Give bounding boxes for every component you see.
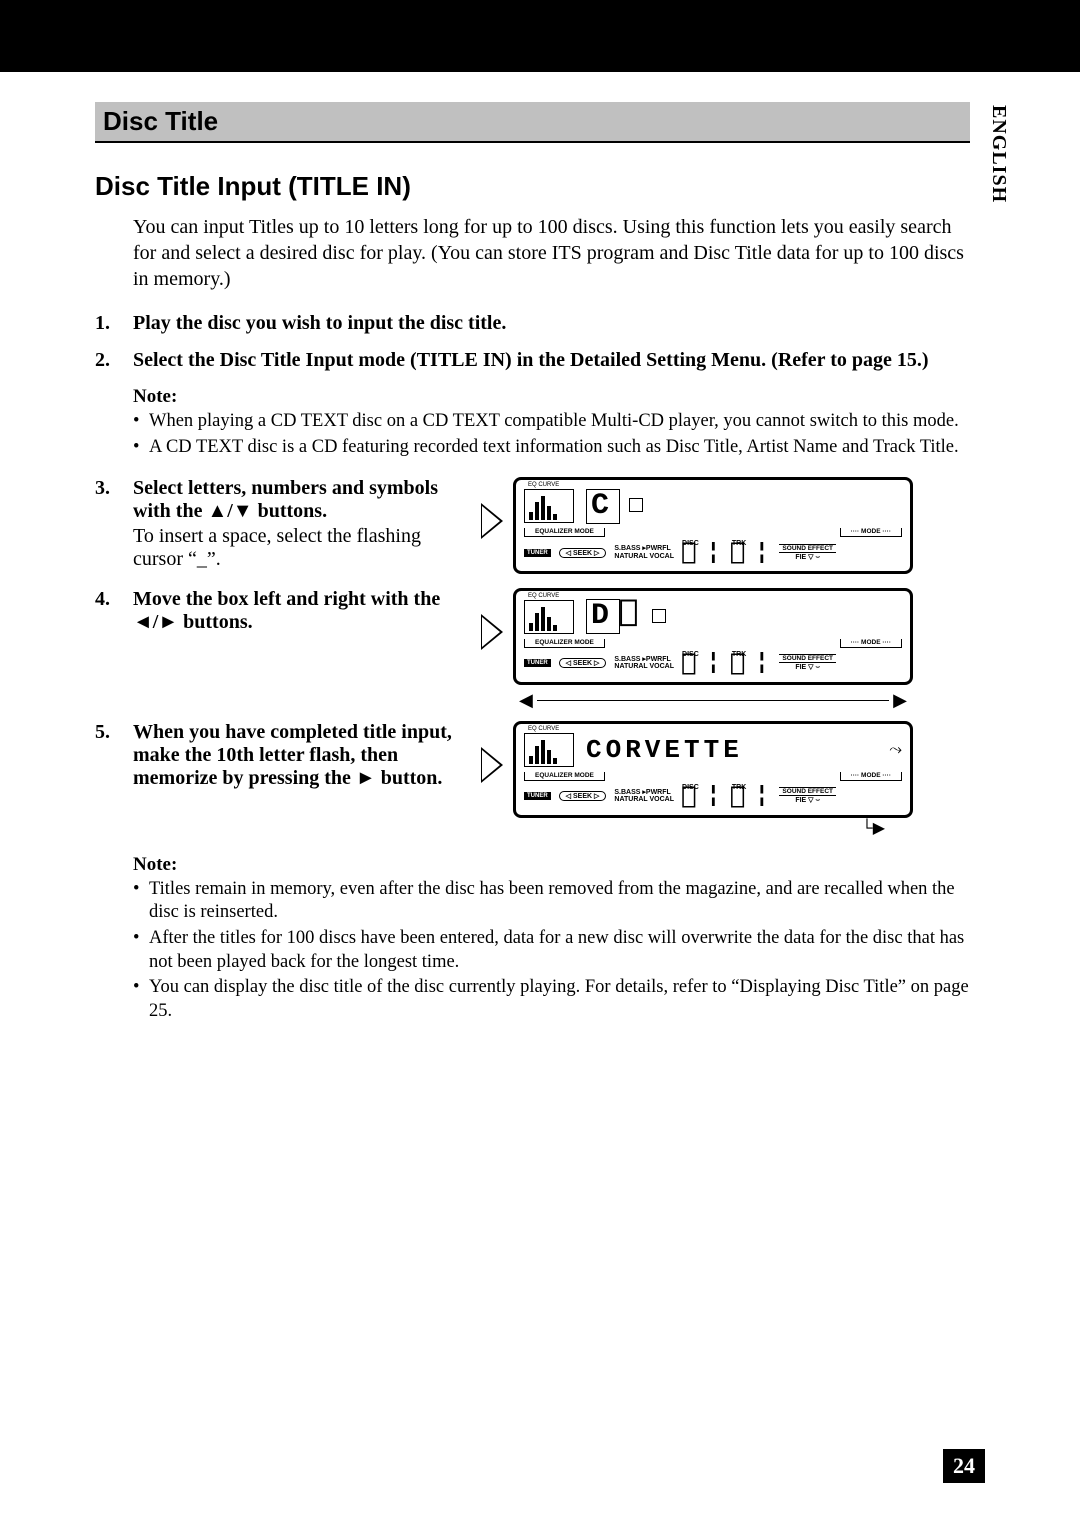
steps-list-cont: 3. Select letters, numbers and symbols w… — [95, 477, 970, 839]
step-title: When you have completed title input, mak… — [133, 721, 463, 790]
step-description: To insert a space, select the flashing c… — [133, 525, 463, 571]
left-right-arrow: ◀ ▶ — [513, 693, 913, 707]
note-item: After the titles for 100 discs have been… — [133, 927, 970, 974]
language-tab: ENGLISH — [987, 105, 1010, 203]
disc-number: ⎕ — [682, 791, 698, 809]
header-black-band — [0, 0, 1080, 72]
step-4: 4. Move the box left and right with the … — [95, 588, 970, 707]
natural-vocal-label: NATURAL VOCAL — [614, 796, 674, 804]
play-triangle-icon — [481, 614, 503, 650]
equalizer-mode-label: EQUALIZER MODE — [524, 639, 605, 648]
seek-icon: ◁ SEEK ▷ — [559, 548, 607, 558]
selected-char: C — [586, 489, 620, 524]
display-figure-2: D⎕ EQUALIZER MODE ···· MODE ···· TUNER ◁… — [513, 588, 913, 685]
memorize-icon: ⤳ — [889, 741, 902, 759]
step-number: 5. — [95, 721, 133, 840]
note-item: Titles remain in memory, even after the … — [133, 878, 970, 925]
sound-effect-label: SOUND EFFECT — [779, 654, 836, 663]
note-label: Note: — [133, 854, 970, 876]
step-title: Select the Disc Title Input mode (TITLE … — [133, 349, 970, 372]
trk-number: ⎕ — [731, 791, 747, 809]
arrow-right-icon: └▶ — [861, 818, 885, 838]
sbass-label: S.BASS ▸PWRFL — [614, 789, 674, 797]
section-title-bar: Disc Title — [95, 102, 970, 143]
disc-trk-sep: ¦ — [707, 544, 723, 562]
step-2: 2. Select the Disc Title Input mode (TIT… — [95, 349, 970, 372]
trk-number: ⎕ — [731, 547, 747, 565]
sbass-label: S.BASS ▸PWRFL — [614, 656, 674, 664]
step-number: 1. — [95, 312, 133, 335]
play-triangle-icon — [481, 747, 503, 783]
step-5: 5. When you have completed title input, … — [95, 721, 970, 840]
tuner-icon: TUNER — [524, 659, 551, 667]
sound-effect-label: SOUND EFFECT — [779, 544, 836, 553]
step-number: 2. — [95, 349, 133, 372]
sound-effect-label: SOUND EFFECT — [779, 787, 836, 796]
natural-vocal-label: NATURAL VOCAL — [614, 553, 674, 561]
note-item: A CD TEXT disc is a CD featuring recorde… — [133, 436, 970, 460]
seek-icon: ◁ SEEK ▷ — [559, 791, 607, 801]
eq-curve-icon — [524, 733, 574, 767]
arrow-right-icon: ▶ — [893, 693, 907, 707]
play-triangle-icon — [481, 503, 503, 539]
title-entry-area: D⎕ — [580, 599, 902, 634]
step-title: Play the disc you wish to input the disc… — [133, 312, 970, 335]
page-content: Disc Title Disc Title Input (TITLE IN) Y… — [0, 72, 1080, 1024]
note-2-list: Titles remain in memory, even after the … — [133, 878, 970, 1024]
natural-vocal-label: NATURAL VOCAL — [614, 663, 674, 671]
note-1-list: When playing a CD TEXT disc on a CD TEXT… — [133, 410, 970, 459]
tuner-icon: TUNER — [524, 549, 551, 557]
intro-paragraph: You can input Titles up to 10 letters lo… — [133, 214, 970, 292]
seek-icon: ◁ SEEK ▷ — [559, 658, 607, 668]
trk-number: ⎕ — [731, 658, 747, 676]
fie-label: FIE ▽ ⌣ — [795, 796, 820, 805]
equalizer-mode-label: EQUALIZER MODE — [524, 772, 605, 781]
step-1: 1. Play the disc you wish to input the d… — [95, 312, 970, 335]
display-figure-1: C EQUALIZER MODE ···· MODE ···· TUNER ◁ … — [513, 477, 913, 574]
disc-number: ⎕ — [682, 547, 698, 565]
step-number: 4. — [95, 588, 133, 707]
page-number: 24 — [943, 1449, 985, 1483]
tuner-icon: TUNER — [524, 792, 551, 800]
note-item: You can display the disc title of the di… — [133, 976, 970, 1023]
step-title: Select letters, numbers and symbols with… — [133, 477, 463, 523]
flash-indicator-icon — [620, 489, 652, 521]
eq-curve-icon — [524, 489, 574, 523]
arrow-left-icon: ◀ — [519, 693, 533, 707]
step-number: 3. — [95, 477, 133, 574]
mode-label: ···· MODE ···· — [840, 528, 902, 537]
flash-indicator-icon — [643, 600, 675, 632]
note-label: Note: — [133, 386, 970, 408]
fie-label: FIE ▽ ⌣ — [795, 553, 820, 562]
fie-label: FIE ▽ ⌣ — [795, 663, 820, 672]
steps-list: 1. Play the disc you wish to input the d… — [95, 312, 970, 372]
sbass-label: S.BASS ▸PWRFL — [614, 545, 674, 553]
trk-sep: ¦ — [755, 544, 771, 562]
display-figure-3: CORVETTE ⤳ EQUALIZER MODE ···· MODE ····… — [513, 721, 913, 818]
eq-curve-icon — [524, 600, 574, 634]
step-3: 3. Select letters, numbers and symbols w… — [95, 477, 970, 574]
mode-label: ···· MODE ···· — [840, 639, 902, 648]
mode-label: ···· MODE ···· — [840, 772, 902, 781]
selected-char: D — [586, 599, 620, 634]
subsection-title: Disc Title Input (TITLE IN) — [95, 171, 970, 202]
step-title: Move the box left and right with the ◄/►… — [133, 588, 463, 634]
disc-number: ⎕ — [682, 658, 698, 676]
equalizer-mode-label: EQUALIZER MODE — [524, 528, 605, 537]
title-entry-area: CORVETTE — [580, 737, 883, 763]
note-item: When playing a CD TEXT disc on a CD TEXT… — [133, 410, 970, 434]
title-entry-area: C — [580, 489, 902, 524]
